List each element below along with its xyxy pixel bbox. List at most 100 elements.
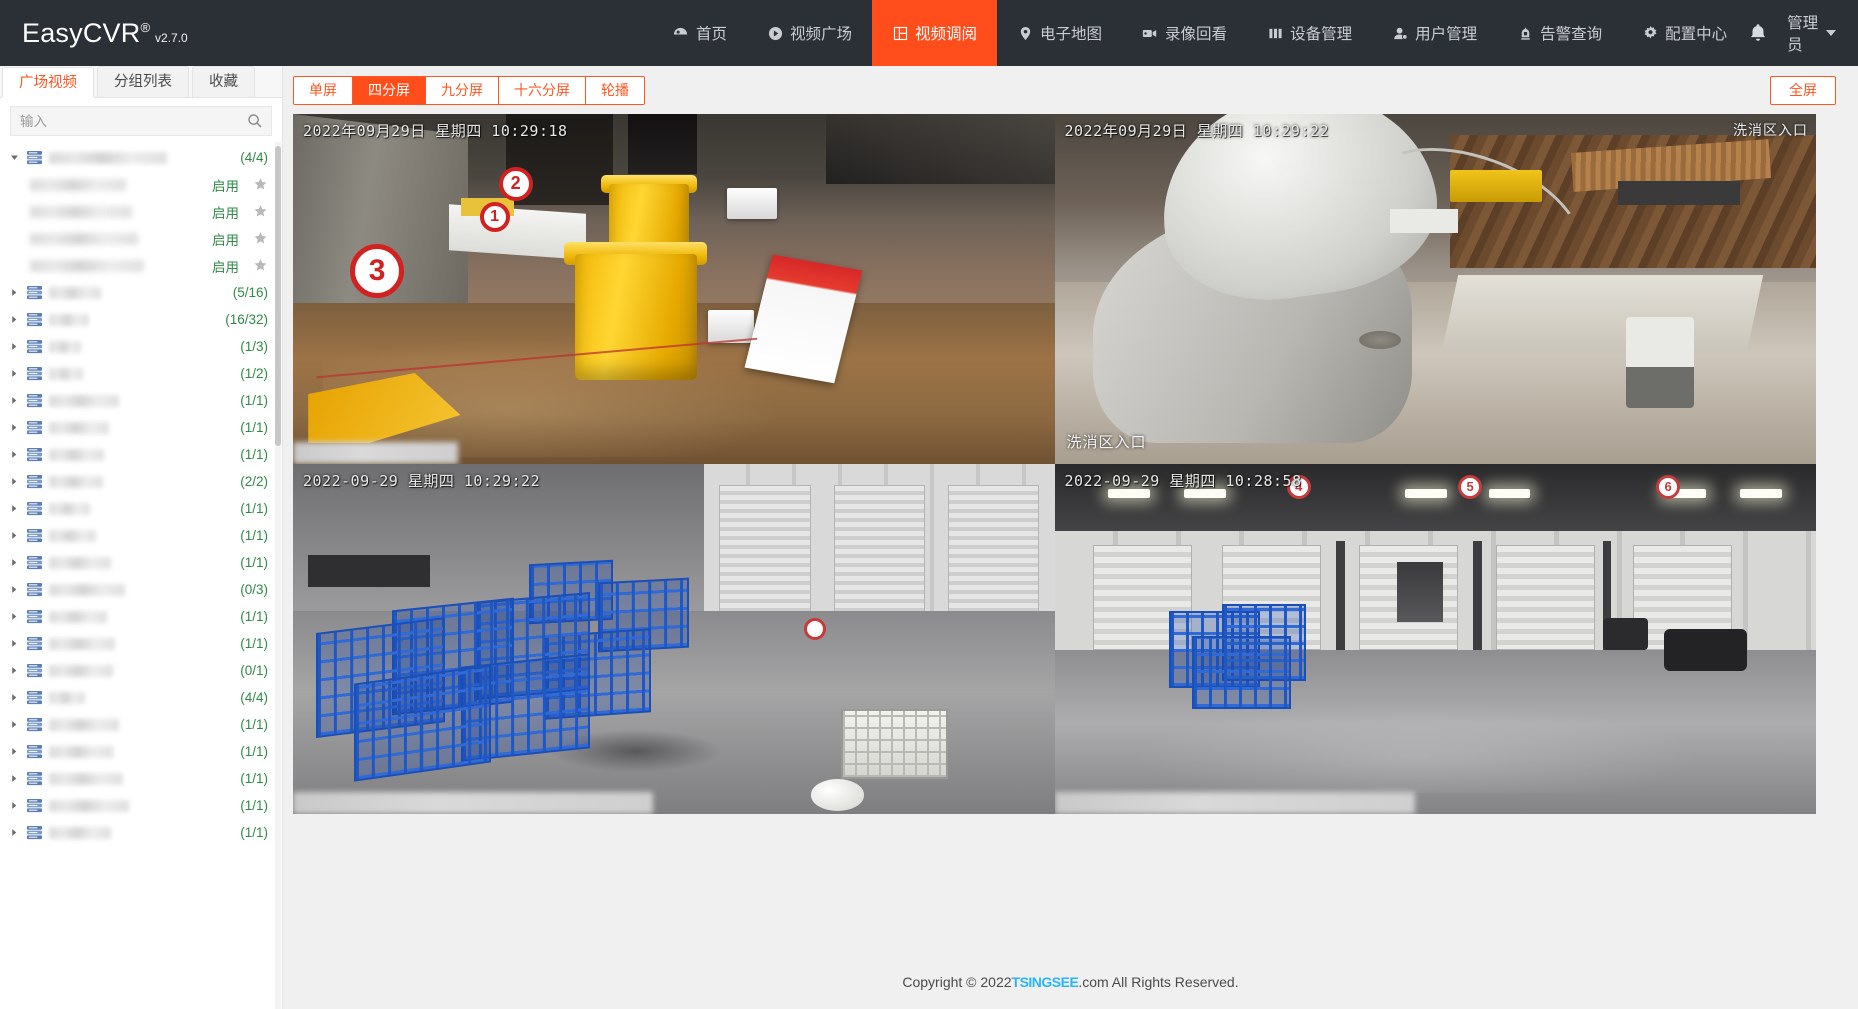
tree-node[interactable]: (1/1)	[0, 495, 282, 522]
device-group-icon	[26, 663, 43, 678]
chevron-right-icon[interactable]	[8, 476, 20, 488]
tree-node[interactable]: (1/1)	[0, 414, 282, 441]
video-timestamp-overlay: 2022年09月29日 星期四 10:29:18	[303, 122, 568, 140]
tree-node[interactable]: (4/4)	[0, 684, 282, 711]
nav-item-user-manage[interactable]: 用户管理	[1372, 0, 1497, 66]
tree-node[interactable]: (2/2)	[0, 468, 282, 495]
tree-child-item[interactable]: 启用	[0, 252, 282, 279]
nav-item-playback[interactable]: 录像回看	[1122, 0, 1247, 66]
layout-nine-screen[interactable]: 九分屏	[426, 76, 499, 104]
chevron-right-icon[interactable]	[8, 638, 20, 650]
user-menu[interactable]: 管理员	[1787, 11, 1836, 55]
chevron-right-icon[interactable]	[8, 827, 20, 839]
tree-node[interactable]: (1/1)	[0, 603, 282, 630]
tree-node[interactable]: (1/1)	[0, 765, 282, 792]
tree-node-count: (1/1)	[240, 717, 268, 732]
video-cell-1[interactable]: 123 2022年09月29日 星期四 10:29:18	[293, 114, 1055, 464]
chevron-right-icon[interactable]	[8, 692, 20, 704]
tree-child-item[interactable]: 启用	[0, 198, 282, 225]
layout-sixteen-screen[interactable]: 十六分屏	[499, 76, 586, 104]
user-icon	[1392, 25, 1408, 41]
video-cell-2[interactable]: 2022年09月29日 星期四 10:29:22 洗消区入口 洗消区入口	[1054, 114, 1816, 464]
sidebar-scrollbar-thumb[interactable]	[275, 146, 281, 446]
tab-plaza-video[interactable]: 广场视频	[2, 67, 94, 98]
tree-node[interactable]: (1/1)	[0, 792, 282, 819]
tree-node[interactable]: (1/2)	[0, 360, 282, 387]
tree-node-count: (1/1)	[240, 609, 268, 624]
tree-node[interactable]: (1/1)	[0, 819, 282, 846]
tree-node-count: (2/2)	[240, 474, 268, 489]
chevron-right-icon[interactable]	[8, 314, 20, 326]
chevron-right-icon[interactable]	[8, 746, 20, 758]
video-cell-3[interactable]: 2022-09-29 星期四 10:29:22	[293, 464, 1055, 814]
chevron-right-icon[interactable]	[8, 287, 20, 299]
tree-node[interactable]: (4/4)	[0, 144, 282, 171]
device-group-icon	[26, 150, 43, 165]
chevron-right-icon[interactable]	[8, 800, 20, 812]
tree-node-label-redacted	[49, 367, 83, 380]
nav-item-video-plaza[interactable]: 视频广场	[747, 0, 872, 66]
tree-node[interactable]: (1/1)	[0, 549, 282, 576]
tree-node[interactable]: (5/16)	[0, 279, 282, 306]
tree-node[interactable]: (16/32)	[0, 306, 282, 333]
tree-node[interactable]: (1/1)	[0, 387, 282, 414]
nav-item-emap[interactable]: 电子地图	[997, 0, 1122, 66]
chevron-right-icon[interactable]	[8, 503, 20, 515]
video-cell-4[interactable]: 456 2022-09-29 星期四 10:28:58	[1054, 464, 1816, 814]
chevron-right-icon[interactable]	[8, 611, 20, 623]
layout-carousel[interactable]: 轮播	[586, 76, 644, 104]
nav-item-alarm-query[interactable]: 告警查询	[1497, 0, 1622, 66]
chevron-down-icon[interactable]	[8, 152, 20, 164]
tree-node[interactable]: (1/1)	[0, 441, 282, 468]
chevron-right-icon[interactable]	[8, 449, 20, 461]
search-input[interactable]	[11, 107, 271, 135]
tree-node[interactable]: (1/3)	[0, 333, 282, 360]
tree-node[interactable]: (1/1)	[0, 711, 282, 738]
chevron-right-icon[interactable]	[8, 530, 20, 542]
brand-version: v2.7.0	[155, 30, 188, 45]
tree-node[interactable]: (0/3)	[0, 576, 282, 603]
main-content: 单屏 四分屏 九分屏 十六分屏 轮播 全屏 1 2 3 2022年09月29日 …	[283, 66, 1858, 1009]
search-box[interactable]	[10, 106, 272, 136]
tree-node-count: (1/2)	[240, 366, 268, 381]
chevron-right-icon[interactable]	[8, 719, 20, 731]
star-icon[interactable]	[253, 231, 268, 246]
nav-right-area: 管理员	[1747, 11, 1858, 55]
tree-child-item[interactable]: 启用	[0, 171, 282, 198]
tree-node[interactable]: (1/1)	[0, 630, 282, 657]
tree-node[interactable]: (1/1)	[0, 738, 282, 765]
fullscreen-button[interactable]: 全屏	[1770, 75, 1836, 105]
chevron-right-icon[interactable]	[8, 368, 20, 380]
nav-label: 告警查询	[1540, 26, 1603, 43]
search-icon[interactable]	[247, 113, 263, 129]
chevron-right-icon[interactable]	[8, 341, 20, 353]
chevron-right-icon[interactable]	[8, 557, 20, 569]
star-icon[interactable]	[253, 258, 268, 273]
star-icon[interactable]	[253, 177, 268, 192]
tree-node[interactable]: (1/1)	[0, 522, 282, 549]
tab-favorites[interactable]: 收藏	[192, 66, 255, 97]
tree-node-count: (1/1)	[240, 825, 268, 840]
layout-single-screen[interactable]: 单屏	[294, 76, 353, 104]
chevron-right-icon[interactable]	[8, 422, 20, 434]
device-group-icon	[26, 825, 43, 840]
brand-logo[interactable]: EasyCVR ® v2.7.0	[0, 18, 263, 49]
nav-label: 视频调阅	[915, 26, 978, 43]
nav-item-home[interactable]: 首页	[653, 0, 747, 66]
chevron-right-icon[interactable]	[8, 395, 20, 407]
tab-group-list[interactable]: 分组列表	[97, 66, 189, 97]
chevron-right-icon[interactable]	[8, 665, 20, 677]
star-icon[interactable]	[253, 204, 268, 219]
tree-node-count: (1/1)	[240, 636, 268, 651]
brand-name: EasyCVR	[22, 17, 141, 48]
nav-item-video-review[interactable]: 视频调阅	[872, 0, 998, 66]
tree-node[interactable]: (0/1)	[0, 657, 282, 684]
tree-child-item[interactable]: 启用	[0, 225, 282, 252]
chevron-right-icon[interactable]	[8, 773, 20, 785]
chevron-right-icon[interactable]	[8, 584, 20, 596]
bell-icon[interactable]	[1747, 22, 1769, 44]
tree-node-count: (0/3)	[240, 582, 268, 597]
nav-item-config-center[interactable]: 配置中心	[1622, 0, 1747, 66]
layout-four-screen[interactable]: 四分屏	[353, 76, 426, 104]
nav-item-device-manage[interactable]: 设备管理	[1247, 0, 1372, 66]
